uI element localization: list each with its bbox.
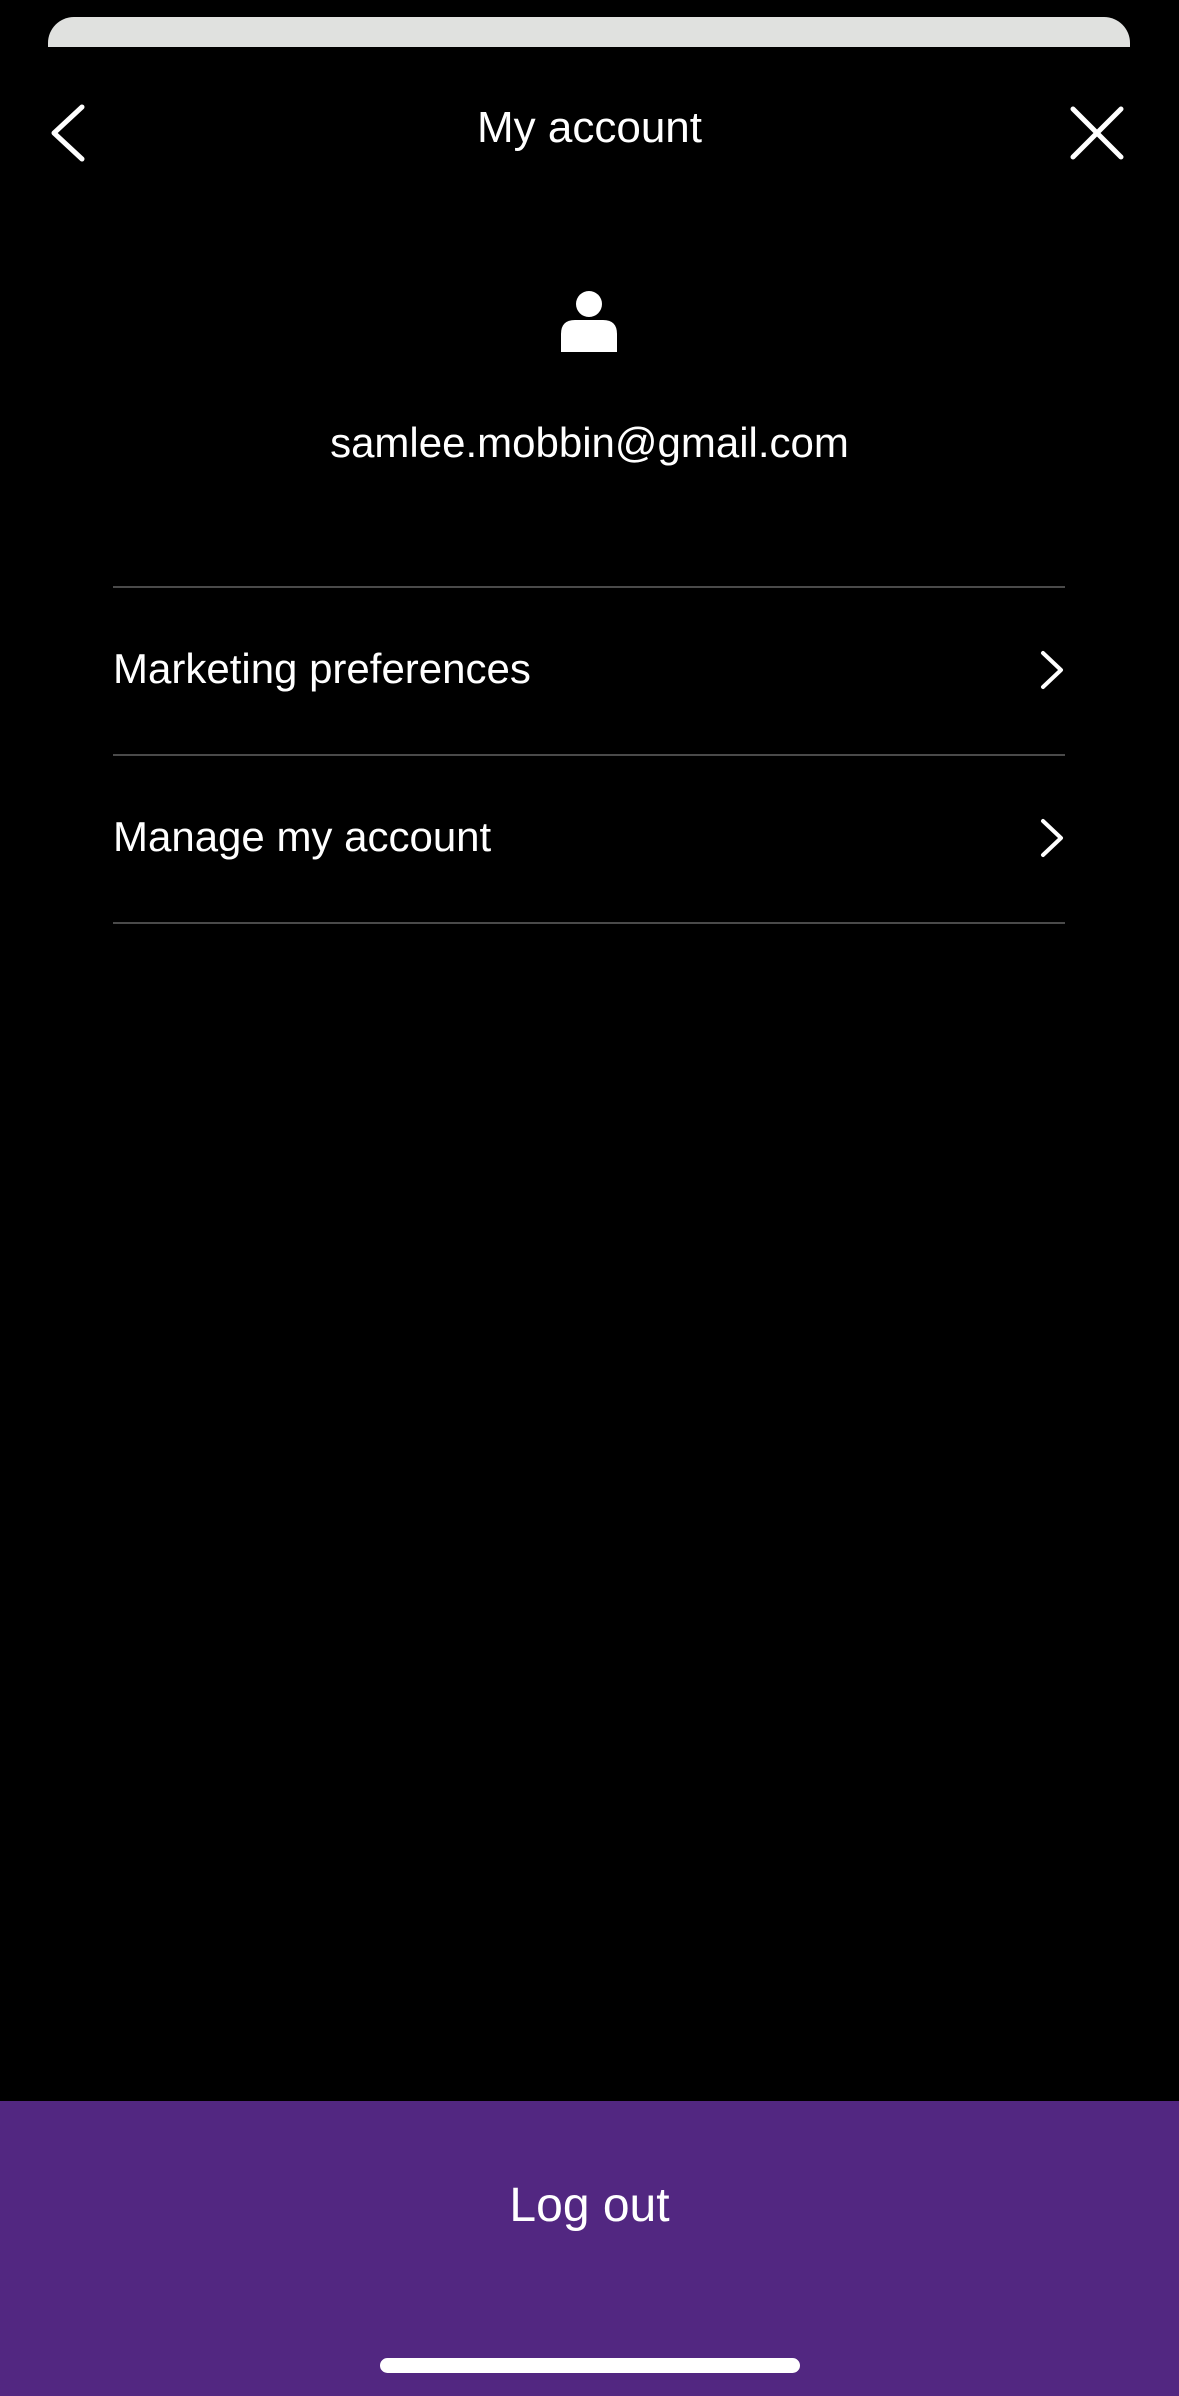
marketing-preferences-item[interactable]: Marketing preferences (113, 588, 1065, 756)
logout-button[interactable]: Log out (0, 2101, 1179, 2311)
header: My account (0, 80, 1179, 190)
user-icon (561, 291, 617, 352)
footer-bar: Log out (0, 2101, 1179, 2396)
logout-label: Log out (509, 2179, 670, 2233)
account-email: samlee.mobbin@gmail.com (330, 419, 849, 466)
home-indicator (380, 2358, 800, 2373)
sheet-grabber-edge (48, 17, 1130, 47)
chevron-right-icon (1041, 819, 1063, 857)
page-title: My account (477, 103, 702, 152)
chevron-right-icon (1041, 651, 1063, 689)
close-button[interactable] (1057, 98, 1137, 168)
manage-my-account-item[interactable]: Manage my account (113, 756, 1065, 924)
close-icon (1070, 106, 1124, 160)
menu-item-label: Manage my account (113, 813, 492, 860)
menu-item-label: Marketing preferences (113, 645, 531, 692)
account-menu: Marketing preferences Manage my account (113, 586, 1065, 924)
